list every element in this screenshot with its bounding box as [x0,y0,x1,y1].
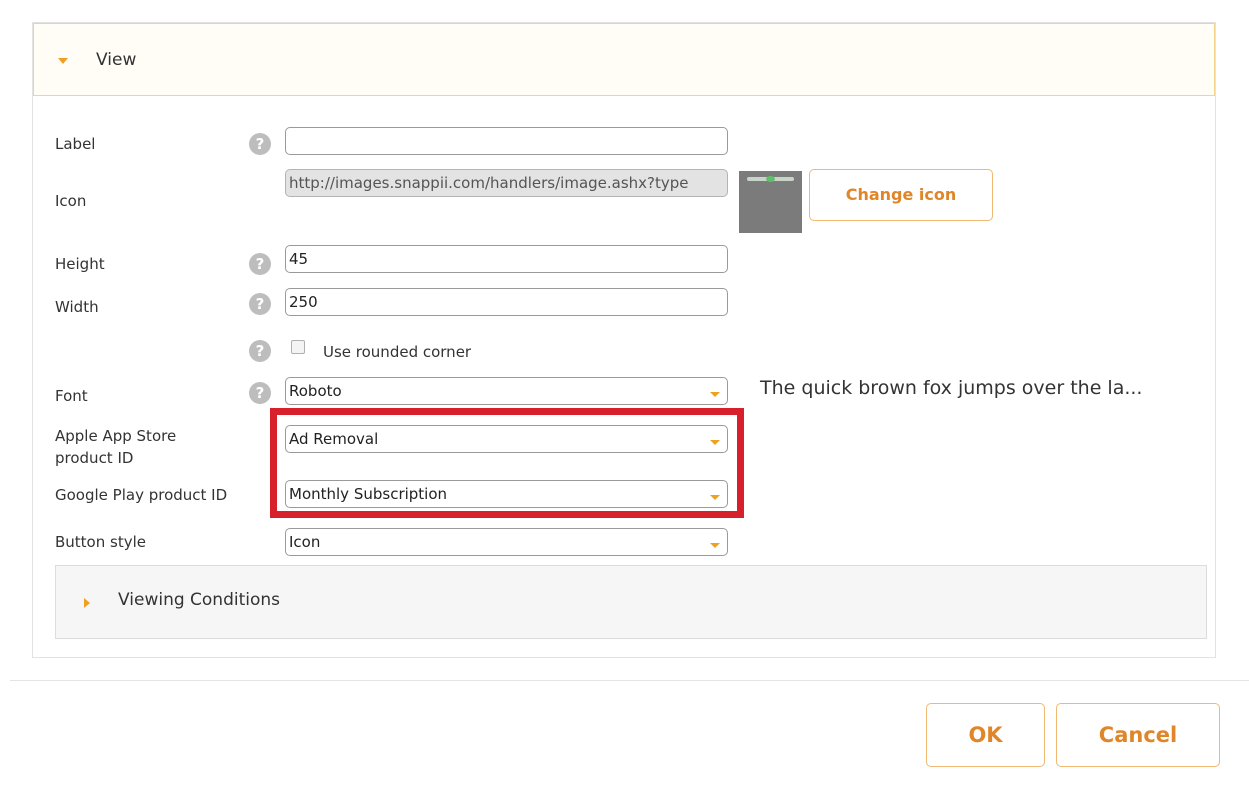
viewing-conditions-title: Viewing Conditions [118,590,281,610]
rounded-corner-help-icon[interactable]: ? [249,340,271,362]
label-input[interactable] [285,127,728,155]
highlight-box [270,408,744,518]
cancel-button[interactable]: Cancel [1056,703,1220,767]
width-field-label: Width [55,298,99,316]
view-section-title: View [96,50,137,70]
apple-product-label-line1: Apple App Store [55,427,177,445]
caret-down-icon[interactable] [58,58,68,64]
viewing-conditions-header[interactable]: Viewing Conditions [55,565,1207,639]
icon-field-label: Icon [55,192,87,210]
google-product-label: Google Play product ID [55,486,228,504]
dropdown-arrow-icon [710,392,720,397]
button-style-select[interactable]: Icon [285,528,728,556]
font-select-value: Roboto [289,382,342,400]
rounded-corner-checkbox[interactable] [291,340,305,354]
label-field-label: Label [55,135,96,153]
icon-url-input: http://images.snappii.com/handlers/image… [285,169,728,197]
caret-right-icon[interactable] [84,598,90,608]
height-help-icon[interactable]: ? [249,253,271,275]
height-input[interactable]: 45 [285,245,728,273]
apple-product-label-line2: product ID [55,449,134,467]
label-help-icon[interactable]: ? [249,133,271,155]
view-section-header[interactable]: View [33,23,1215,96]
font-field-label: Font [55,387,88,405]
footer-divider [10,680,1249,681]
height-field-label: Height [55,255,105,273]
ok-button[interactable]: OK [926,703,1045,767]
button-style-label: Button style [55,533,146,551]
rounded-corner-label: Use rounded corner [323,343,472,361]
change-icon-button[interactable]: Change icon [809,169,993,221]
width-help-icon[interactable]: ? [249,293,271,315]
font-help-icon[interactable]: ? [249,382,271,404]
button-style-value: Icon [289,533,321,551]
dropdown-arrow-icon [710,543,720,548]
font-preview-text: The quick brown fox jumps over the la... [760,377,1143,399]
font-select[interactable]: Roboto [285,377,728,405]
width-input[interactable]: 250 [285,288,728,316]
icon-preview-thumbnail [739,171,802,233]
view-panel: View Label ? Icon http://images.snappii.… [32,22,1216,658]
